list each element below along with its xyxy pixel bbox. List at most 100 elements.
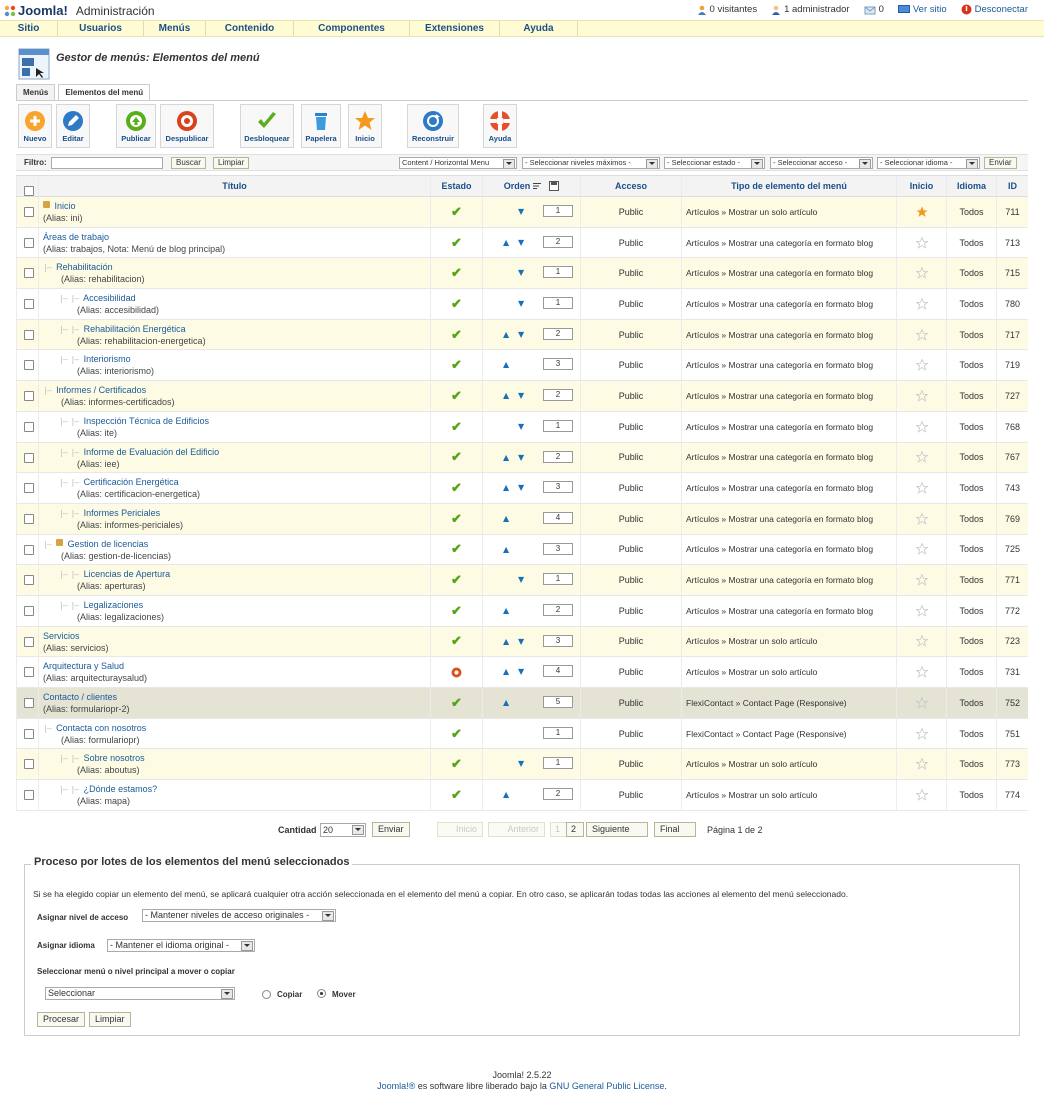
batch-process-button[interactable]: Procesar xyxy=(37,1012,86,1027)
published-check-icon[interactable]: ✔ xyxy=(451,633,462,649)
table-row[interactable]: |— |— Licencias de Apertura (Alias: aper… xyxy=(16,565,1028,596)
published-check-icon[interactable]: ✔ xyxy=(451,296,462,312)
star-outline-icon[interactable] xyxy=(915,482,928,494)
limit-select[interactable]: 20 xyxy=(320,823,366,837)
row-title-link[interactable]: ¿Dónde estamos? xyxy=(84,784,158,794)
row-checkbox[interactable] xyxy=(24,329,34,340)
tab-menu-items[interactable]: Elementos del menú xyxy=(58,84,151,101)
row-title-link[interactable]: Arquitectura y Salud xyxy=(43,661,124,671)
edit-button[interactable]: Editar xyxy=(56,104,90,148)
sort-icon[interactable] xyxy=(533,182,542,190)
limit-submit-button[interactable]: Enviar xyxy=(372,822,410,837)
row-checkbox[interactable] xyxy=(24,360,34,371)
row-checkbox[interactable] xyxy=(24,268,34,279)
max-levels-select[interactable]: - Seleccionar niveles máximos - xyxy=(522,157,660,169)
move-down-icon[interactable]: ▼ xyxy=(518,637,524,646)
row-title-link[interactable]: Sobre nosotros xyxy=(84,753,145,763)
star-outline-icon[interactable] xyxy=(915,604,928,617)
batch-language-select[interactable]: - Mantener el idioma original - xyxy=(107,939,255,952)
published-check-icon[interactable]: ✔ xyxy=(451,511,462,527)
order-input[interactable]: 2 xyxy=(543,788,573,801)
published-check-icon[interactable]: ✔ xyxy=(451,756,462,772)
table-row[interactable]: |— Rehabilitación (Alias: rehabilitacion… xyxy=(16,258,1028,290)
order-input[interactable]: 2 xyxy=(543,603,573,616)
move-up-icon[interactable]: ▲ xyxy=(503,698,509,707)
published-check-icon[interactable]: ✔ xyxy=(451,449,462,465)
star-outline-icon[interactable] xyxy=(915,666,928,679)
move-down-icon[interactable]: ▼ xyxy=(518,453,524,462)
logout-link[interactable]: Desconectar xyxy=(961,4,1028,15)
gpl-link[interactable]: GNU General Public License xyxy=(549,1081,664,1091)
move-up-icon[interactable]: ▲ xyxy=(503,790,509,799)
menu-item-componentes[interactable]: Componentes xyxy=(294,21,410,36)
search-button[interactable]: Buscar xyxy=(171,157,206,169)
star-outline-icon[interactable] xyxy=(915,727,928,740)
messages-status[interactable]: 0 xyxy=(864,4,884,15)
move-down-icon[interactable]: ▼ xyxy=(518,299,524,308)
batch-access-select[interactable]: - Mantener niveles de acceso originales … xyxy=(142,909,336,922)
star-outline-icon[interactable] xyxy=(915,635,928,648)
move-down-icon[interactable]: ▼ xyxy=(518,391,524,400)
order-input[interactable]: 5 xyxy=(543,696,573,708)
language-select[interactable]: - Seleccionar idioma - xyxy=(877,157,980,169)
table-row[interactable]: |— |— Informe de Evaluación del Edificio… xyxy=(16,442,1028,474)
unpublish-button[interactable]: Despublicar xyxy=(160,104,214,148)
row-title-link[interactable]: Contacto / clientes xyxy=(43,692,117,702)
order-input[interactable]: 1 xyxy=(543,757,573,770)
lock-icon[interactable] xyxy=(43,201,50,208)
move-up-icon[interactable]: ▲ xyxy=(503,667,509,676)
star-outline-icon[interactable] xyxy=(915,543,928,556)
access-column-header[interactable]: Acceso xyxy=(580,176,681,196)
table-row[interactable]: Servicios (Alias: servicios) ✔ ▲ ▼ 3 Pub… xyxy=(16,626,1028,658)
menu-item-sitio[interactable]: Sitio xyxy=(0,21,58,36)
row-checkbox[interactable] xyxy=(24,391,34,402)
row-title-link[interactable]: Informe de Evaluación del Edificio xyxy=(84,447,220,457)
table-row[interactable]: |— Informes / Certificados (Alias: infor… xyxy=(16,381,1028,412)
menu-item-ayuda[interactable]: Ayuda xyxy=(500,21,578,36)
published-check-icon[interactable]: ✔ xyxy=(451,726,462,742)
star-outline-icon[interactable] xyxy=(915,696,928,709)
row-title-link[interactable]: Licencias de Apertura xyxy=(84,569,171,579)
copy-radio[interactable] xyxy=(262,990,271,999)
order-input[interactable]: 1 xyxy=(543,573,573,586)
menu-select[interactable]: Content / Horizontal Menu xyxy=(399,157,517,169)
order-input[interactable]: 2 xyxy=(543,450,573,463)
row-title-link[interactable]: Inicio xyxy=(55,201,76,211)
access-select[interactable]: - Seleccionar acceso - xyxy=(770,157,873,169)
move-up-icon[interactable]: ▲ xyxy=(503,483,509,492)
move-up-icon[interactable]: ▲ xyxy=(503,606,509,615)
move-radio[interactable] xyxy=(317,989,326,998)
move-down-icon[interactable]: ▼ xyxy=(518,759,524,768)
row-checkbox[interactable] xyxy=(24,237,34,248)
move-up-icon[interactable]: ▲ xyxy=(503,238,509,247)
row-checkbox[interactable] xyxy=(24,667,34,678)
row-checkbox[interactable] xyxy=(24,605,34,616)
move-down-icon[interactable]: ▼ xyxy=(518,667,524,676)
move-up-icon[interactable]: ▲ xyxy=(503,391,509,400)
move-up-icon[interactable]: ▲ xyxy=(503,637,509,646)
star-outline-icon[interactable] xyxy=(915,267,928,280)
row-checkbox[interactable] xyxy=(24,207,34,217)
next-page-button[interactable]: Siguiente xyxy=(586,822,648,837)
order-input[interactable]: 2 xyxy=(543,327,573,340)
row-title-link[interactable]: Rehabilitación Energética xyxy=(84,324,186,334)
order-input[interactable]: 1 xyxy=(543,266,573,279)
published-check-icon[interactable]: ✔ xyxy=(451,480,462,496)
published-check-icon[interactable]: ✔ xyxy=(451,327,462,343)
row-checkbox[interactable] xyxy=(24,421,34,432)
batch-move-select[interactable]: Seleccionar xyxy=(45,987,235,1000)
published-check-icon[interactable]: ✔ xyxy=(451,572,462,588)
order-input[interactable]: 3 xyxy=(543,358,573,371)
row-checkbox[interactable] xyxy=(24,790,34,801)
table-row[interactable]: |— |— Interiorismo (Alias: interiorismo)… xyxy=(16,350,1028,382)
published-check-icon[interactable]: ✔ xyxy=(451,695,462,711)
star-outline-icon[interactable] xyxy=(915,788,928,801)
last-page-button[interactable]: Final xyxy=(654,822,696,837)
trash-button[interactable]: Papelera xyxy=(301,104,341,148)
move-up-icon[interactable]: ▲ xyxy=(503,360,509,369)
move-up-icon[interactable]: ▲ xyxy=(503,545,509,554)
published-check-icon[interactable]: ✔ xyxy=(451,603,462,619)
star-outline-icon[interactable] xyxy=(915,359,928,372)
clear-filter-button[interactable]: Limpiar xyxy=(213,157,250,169)
published-check-icon[interactable]: ✔ xyxy=(451,419,462,435)
